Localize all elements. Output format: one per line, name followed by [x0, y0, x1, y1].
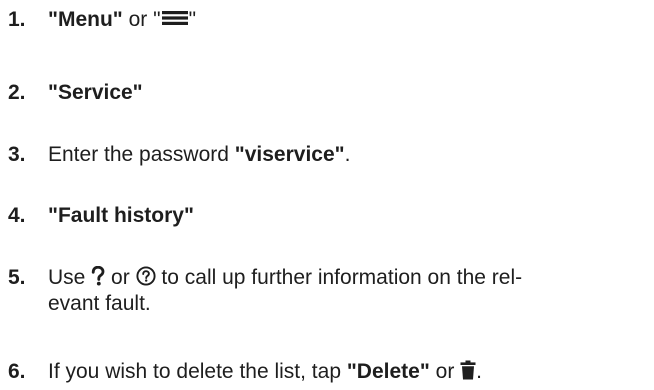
trash-icon: [460, 360, 476, 380]
step-text: "Menu" or " ": [48, 7, 648, 33]
password-prompt: Enter the password: [48, 143, 229, 166]
quote-open: ": [153, 8, 161, 31]
service-label: "Service": [48, 81, 143, 104]
hamburger-menu-icon: [161, 11, 188, 26]
use-text: Use: [48, 266, 86, 289]
quote-close: ": [188, 8, 197, 31]
fault-history-label: "Fault history": [48, 204, 194, 227]
step-number: 2.: [8, 81, 26, 104]
period: .: [476, 360, 483, 383]
step-number: 5.: [8, 266, 26, 289]
or-text: or: [128, 8, 148, 31]
step-text: Enter the password "viservice".: [48, 142, 648, 168]
step-number: 4.: [8, 204, 26, 227]
step-text: If you wish to delete the list, tap "Del…: [48, 359, 648, 385]
menu-label: "Menu": [48, 8, 123, 31]
password-value: "viservice": [234, 143, 345, 166]
step-number: 6.: [8, 360, 26, 383]
step-number: 3.: [8, 143, 26, 166]
question-mark-icon: [92, 266, 105, 286]
step-text: Use or to call up further information on…: [48, 265, 648, 317]
question-circle-icon: [136, 266, 156, 287]
or-text: or: [111, 266, 130, 289]
delete-label: "Delete": [346, 360, 430, 383]
instruction-line-2: evant fault.: [48, 292, 151, 315]
instruction-line-1: to call up further information on the re…: [161, 266, 523, 289]
step-number: 1.: [8, 8, 26, 31]
or-text: or: [435, 360, 455, 383]
delete-prompt: If you wish to delete the list, tap: [48, 360, 341, 383]
period: .: [344, 143, 351, 166]
